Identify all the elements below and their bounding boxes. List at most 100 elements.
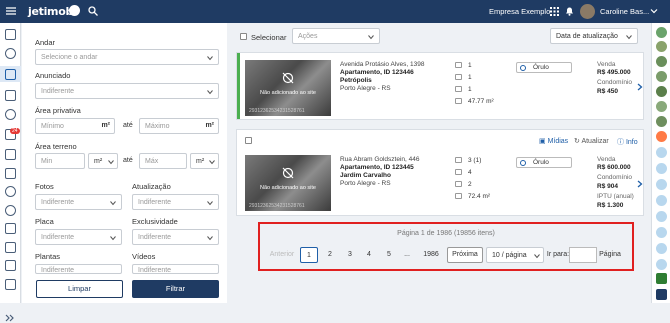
chat-icon[interactable] <box>656 273 667 284</box>
unit-label: m² <box>101 122 110 129</box>
andar-placeholder: Selecione o andar <box>41 54 98 61</box>
select-all-checkbox[interactable] <box>240 33 247 40</box>
page-last[interactable]: 1986 <box>419 247 443 263</box>
document-icon[interactable] <box>5 260 16 271</box>
user-name[interactable]: Caroline Bas... <box>600 7 649 16</box>
page-5[interactable]: 5 <box>380 247 398 263</box>
property-address: Rua Abram Goldsztein, 446 <box>340 156 420 163</box>
collapse-icon[interactable] <box>656 289 667 300</box>
check-icon[interactable] <box>5 205 16 216</box>
contact-avatar[interactable] <box>656 71 667 82</box>
hubspot-icon[interactable] <box>656 131 667 142</box>
chevron-right-icon[interactable] <box>637 180 643 188</box>
atualizacao-select[interactable]: Indiferente <box>132 194 219 210</box>
app-logo[interactable]: jetimob <box>28 5 73 18</box>
previous-button[interactable]: Anterior <box>269 247 295 263</box>
contact-avatar[interactable] <box>656 86 667 97</box>
plantas-select[interactable]: Indiferente <box>35 264 122 274</box>
placa-select[interactable]: Indiferente <box>35 229 122 245</box>
property-photo[interactable]: Não adicionado ao site 29312362534231528… <box>245 60 331 116</box>
property-card[interactable]: ▣ Mídias ↻ Atualizar ⓘ Info Não adiciona… <box>236 129 644 216</box>
owner-name: Órulo <box>533 64 549 71</box>
next-button[interactable]: Próxima <box>447 247 483 263</box>
contact-avatar[interactable] <box>656 227 667 238</box>
page-1[interactable]: 1 <box>300 247 318 263</box>
megaphone-icon[interactable] <box>5 223 16 234</box>
contact-avatar[interactable] <box>656 195 667 206</box>
price-label: Venda <box>597 156 616 163</box>
building-icon[interactable] <box>5 90 16 101</box>
page-4[interactable]: 4 <box>360 247 378 263</box>
contacts-icon[interactable] <box>5 109 16 120</box>
calendar-icon[interactable] <box>5 29 16 40</box>
contact-avatar[interactable] <box>656 179 667 190</box>
area-terreno-min-unit[interactable]: m² <box>88 153 118 169</box>
home-nav-icon[interactable] <box>5 69 16 80</box>
contact-avatar[interactable] <box>656 243 667 254</box>
unit-label: m² <box>205 122 214 129</box>
property-card[interactable]: Não adicionado ao site 29312362534231528… <box>236 52 644 120</box>
company-name[interactable]: Empresa Exemplo <box>489 7 550 16</box>
contact-avatar[interactable] <box>656 27 667 38</box>
expand-icon[interactable] <box>4 313 16 323</box>
midias-link[interactable]: ▣ Mídias <box>539 137 568 145</box>
info-link[interactable]: ⓘ Info <box>617 137 638 147</box>
contact-avatar[interactable] <box>656 163 667 174</box>
filter-button[interactable]: Filtrar <box>132 280 219 298</box>
atualizar-label: Atualizar <box>581 138 609 145</box>
atualizar-link[interactable]: ↻ Atualizar <box>574 137 609 145</box>
owner-tag[interactable]: Órulo <box>516 157 572 168</box>
owner-icon <box>520 65 526 71</box>
property-title[interactable]: Apartamento, ID 123446 <box>340 69 414 76</box>
andar-select[interactable]: Selecione o andar <box>35 49 219 65</box>
book-icon[interactable] <box>5 242 16 253</box>
area-terreno-max[interactable]: Máx <box>139 153 187 169</box>
clear-button[interactable]: Limpar <box>36 280 123 298</box>
network-icon[interactable] <box>5 149 16 160</box>
left-nav: 24 <box>0 23 21 322</box>
pagination-ellipsis[interactable]: ... <box>398 247 416 263</box>
owner-tag[interactable]: Órulo <box>516 62 572 73</box>
folder-icon[interactable] <box>5 279 16 290</box>
contact-avatar[interactable] <box>656 211 667 222</box>
fotos-select[interactable]: Indiferente <box>35 194 122 210</box>
people-icon[interactable] <box>5 168 16 179</box>
atualizacao-label: Atualização <box>132 182 171 191</box>
area-terreno-min[interactable]: Min <box>35 153 85 169</box>
area-terreno-max-unit[interactable]: m² <box>190 153 219 169</box>
videos-select[interactable]: Indiferente <box>132 264 219 274</box>
property-photo[interactable]: Não adicionado ao site 29312362534231528… <box>245 155 331 211</box>
contact-avatar[interactable] <box>656 101 667 112</box>
chevron-right-icon[interactable] <box>637 83 643 91</box>
actions-select[interactable]: Ações <box>292 28 380 44</box>
dashboard-icon[interactable] <box>5 48 16 59</box>
page-3[interactable]: 3 <box>341 247 359 263</box>
user-avatar[interactable] <box>580 4 595 19</box>
status-bar <box>237 53 240 119</box>
card-checkbox[interactable] <box>245 137 252 144</box>
photo-id: 29312362534231528761 <box>249 108 305 114</box>
exclusividade-label: Exclusividade <box>132 217 178 226</box>
per-page-select[interactable]: 10 / página <box>486 247 544 263</box>
contact-avatar[interactable] <box>656 41 667 52</box>
iptu-value: R$ 1.300 <box>597 202 624 209</box>
contact-avatar[interactable] <box>656 259 667 270</box>
sort-select[interactable]: Data de atualização <box>550 28 638 44</box>
search-icon[interactable] <box>88 6 98 16</box>
anunciado-select[interactable]: Indiferente <box>35 83 219 99</box>
exclusividade-select[interactable]: Indiferente <box>132 229 219 245</box>
menu-icon[interactable] <box>6 6 16 16</box>
property-title[interactable]: Apartamento, ID 123445 <box>340 164 414 171</box>
apps-grid-icon[interactable] <box>550 7 559 16</box>
bell-icon[interactable] <box>565 6 574 16</box>
area-privativa-max[interactable]: Máximo m² <box>139 118 219 134</box>
target-icon[interactable] <box>5 186 16 197</box>
chevron-down-icon[interactable] <box>650 7 658 15</box>
contact-avatar[interactable] <box>656 56 667 67</box>
go-to-input[interactable] <box>569 247 597 263</box>
contact-avatar[interactable] <box>656 147 667 158</box>
page-2[interactable]: 2 <box>321 247 339 263</box>
area-privativa-min[interactable]: Mínimo m² <box>35 118 115 134</box>
contact-avatar[interactable] <box>656 116 667 127</box>
chevron-down-icon <box>626 35 632 40</box>
